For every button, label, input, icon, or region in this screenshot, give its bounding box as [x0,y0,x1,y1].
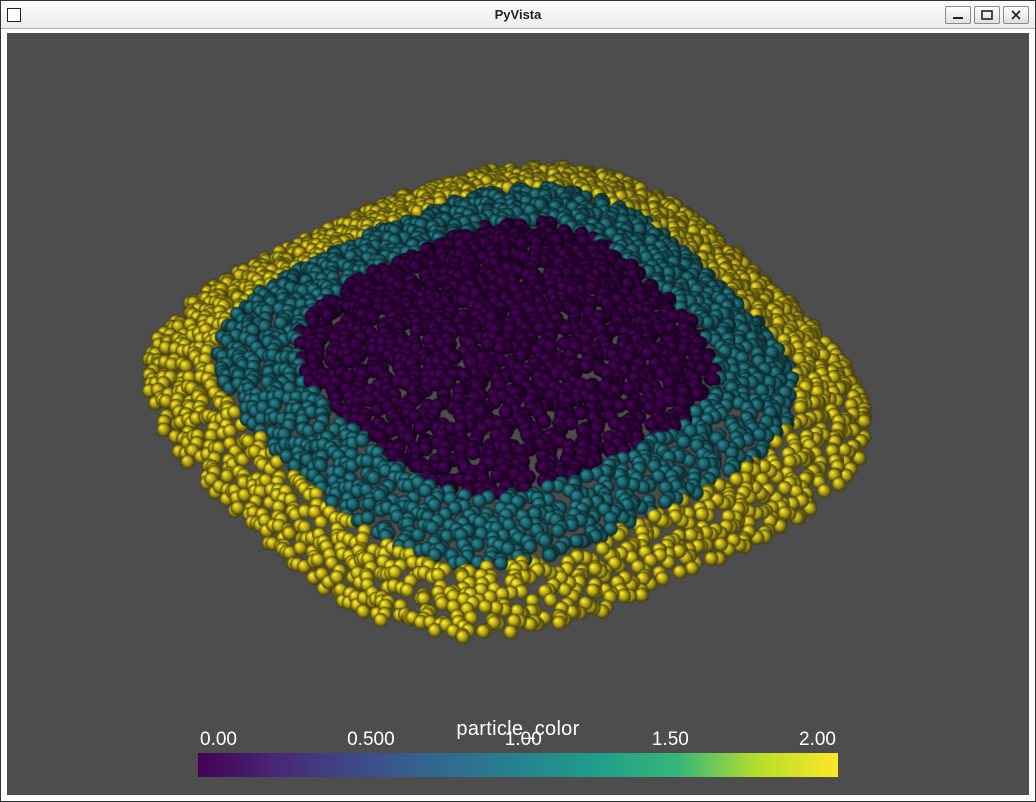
close-icon [1010,10,1022,20]
colorbar-gradient [198,753,838,777]
close-button[interactable] [1003,6,1029,24]
colorbar: particle_color 0.00 0.500 1.00 1.50 2.00 [198,706,838,777]
point-cloud-canvas-holder [7,33,1029,795]
window-controls [945,6,1029,24]
window-title: PyVista [1,7,1035,22]
render-viewport[interactable]: particle_color 0.00 0.500 1.00 1.50 2.00 [1,29,1035,801]
minimize-button[interactable] [945,6,971,24]
app-window: PyVista particle_color 0.00 0.500 1.00 1… [0,0,1036,802]
maximize-button[interactable] [974,6,1000,24]
colorbar-title: particle_color [198,718,838,741]
minimize-icon [952,10,964,20]
app-icon [7,8,21,22]
titlebar: PyVista [1,1,1035,29]
maximize-icon [981,10,993,20]
point-cloud-canvas[interactable] [7,33,1027,793]
